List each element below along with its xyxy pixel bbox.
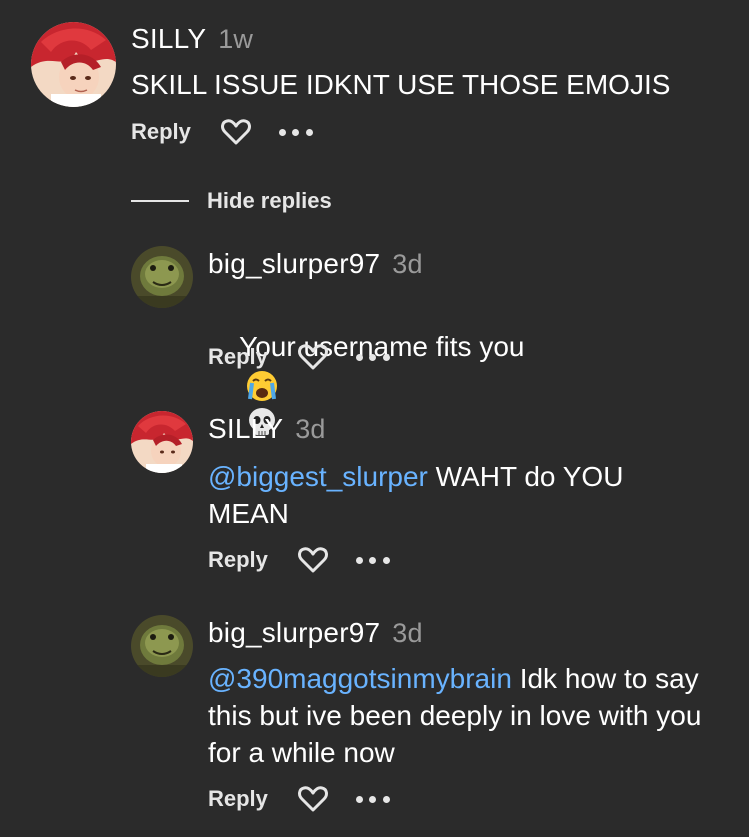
reply-username[interactable]: big_slurper97 3d [208, 248, 423, 280]
reply-actions: Reply [208, 343, 390, 371]
username-text[interactable]: SILLY [131, 23, 206, 54]
reply-actions: Reply [208, 546, 390, 574]
more-options-icon[interactable] [355, 794, 390, 804]
mention-link[interactable]: @biggest_slurper [208, 461, 428, 492]
avatar[interactable] [131, 615, 193, 677]
username-text[interactable]: big_slurper97 [208, 617, 380, 648]
reply-button[interactable]: Reply [208, 344, 268, 370]
reply-actions: Reply [208, 785, 390, 813]
reply-username[interactable]: SILLY 3d [208, 413, 326, 445]
timestamp: 3d [392, 249, 423, 279]
more-options-icon[interactable] [355, 352, 390, 362]
more-options-icon[interactable] [355, 555, 390, 565]
username-text[interactable]: big_slurper97 [208, 248, 380, 279]
hide-replies-label[interactable]: Hide replies [207, 188, 332, 214]
timestamp: 3d [295, 414, 326, 444]
heart-icon[interactable] [297, 343, 328, 371]
hide-replies-toggle[interactable]: Hide replies [131, 188, 332, 214]
reply-button[interactable]: Reply [208, 547, 268, 573]
anime-avatar-icon [131, 411, 193, 473]
comment-actions: Reply [131, 118, 313, 146]
divider [131, 200, 189, 202]
avatar[interactable] [31, 22, 116, 107]
avatar[interactable] [131, 411, 193, 473]
heart-icon[interactable] [220, 118, 251, 146]
heart-icon[interactable] [297, 546, 328, 574]
turtle-avatar-icon [131, 615, 193, 677]
timestamp: 1w [218, 24, 254, 54]
heart-icon[interactable] [297, 785, 328, 813]
comment-username[interactable]: SILLY 1w [131, 23, 253, 55]
mention-link[interactable]: @390maggotsinmybrain [208, 663, 512, 694]
reply-text: @biggest_slurper WAHT do YOU MEAN [208, 458, 688, 532]
reply-text: @390maggotsinmybrain Idk how to say this… [208, 660, 718, 771]
reply-text: Your username fits you [208, 291, 728, 477]
avatar[interactable] [131, 246, 193, 308]
comment-text: SKILL ISSUE IDKNT USE THOSE EMOJIS [131, 69, 671, 100]
reply-button[interactable]: Reply [131, 119, 191, 145]
anime-avatar-icon [31, 22, 116, 107]
loudly-crying-face-icon [247, 370, 278, 401]
username-text[interactable]: SILLY [208, 413, 283, 444]
more-options-icon[interactable] [278, 127, 313, 137]
turtle-avatar-icon [131, 246, 193, 308]
timestamp: 3d [392, 618, 423, 648]
reply-username[interactable]: big_slurper97 3d [208, 617, 423, 649]
reply-button[interactable]: Reply [208, 786, 268, 812]
